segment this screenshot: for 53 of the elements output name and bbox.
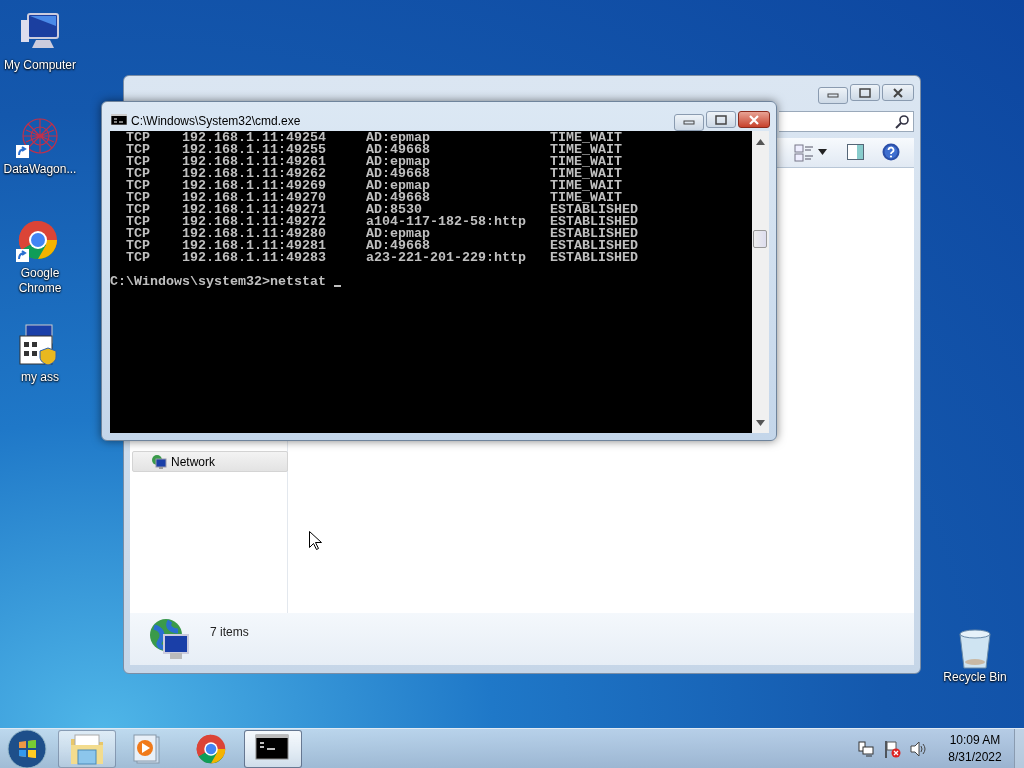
taskbar-button[interactable] — [244, 729, 302, 768]
console-line: TCP 192.168.1.11:49261 AD:epmap TIME_WAIT — [125, 156, 623, 168]
minimize-icon — [827, 92, 839, 98]
command-prompt-icon — [111, 114, 127, 125]
caret-icon[interactable] — [818, 149, 827, 155]
console-line: TCP 192.168.1.11:49269 AD:epmap TIME_WAIT — [125, 180, 623, 192]
scrollbar[interactable] — [752, 131, 769, 433]
network-globe-icon — [148, 617, 192, 661]
text-cursor — [333, 285, 341, 287]
maximize-icon — [715, 114, 727, 125]
console-prompt: C:\Windows\system32>netstat — [110, 276, 326, 288]
nav-pane-item[interactable]: Network — [132, 451, 288, 472]
minimize-button[interactable] — [674, 113, 704, 131]
console-line: TCP 192.168.1.11:49255 AD:49668 TIME_WAIT — [125, 144, 623, 156]
search-icon — [895, 114, 909, 129]
scroll-up-arrow-icon[interactable] — [756, 139, 765, 145]
search-field[interactable] — [779, 111, 914, 132]
console-line: TCP 192.168.1.11:49270 AD:49668 TIME_WAIT — [125, 192, 622, 204]
recycle-bin-icon[interactable] — [957, 628, 993, 670]
console-line: TCP 192.168.1.11:49272 a104-117-182-58:http ESTABLISHED — [125, 216, 639, 228]
start-button[interactable] — [6, 728, 48, 768]
clock[interactable]: 10:09 AM 8/31/2022 — [936, 731, 1014, 766]
network-icon — [151, 453, 167, 470]
item-count: 7 items — [210, 624, 249, 641]
scroll-thumb[interactable] — [753, 230, 767, 248]
console-line: TCP 192.168.1.11:49281 AD:49668 ESTABLISHED — [125, 240, 639, 252]
flag-icon[interactable] — [884, 739, 902, 758]
console-line: TCP 192.168.1.11:49262 AD:49668 TIME_WAIT — [125, 168, 623, 180]
minimize-button[interactable] — [818, 86, 848, 104]
preview-pane-icon[interactable] — [847, 144, 864, 160]
desktop-icon-label[interactable]: My Computer — [1, 58, 79, 73]
console-line: TCP 192.168.1.11:49283 a23-221-201-229:http ESTABLISHED — [125, 252, 639, 264]
minimize-icon — [683, 119, 695, 125]
maximize-button[interactable] — [850, 84, 880, 101]
scroll-down-arrow-icon[interactable] — [756, 420, 765, 426]
desktop-icon-label[interactable]: my ass — [1, 370, 79, 385]
desktop-icon-label[interactable]: DataWagon... — [1, 162, 79, 177]
close-button[interactable] — [738, 111, 770, 128]
console-line: TCP 192.168.1.11:49280 AD:epmap ESTABLISHED — [125, 228, 639, 240]
close-icon — [892, 87, 904, 98]
network-icon[interactable] — [858, 740, 874, 757]
console-line: TCP 192.168.1.11:49271 AD:8530 ESTABLISHED — [125, 204, 639, 216]
maximize-icon — [859, 87, 871, 98]
close-button[interactable] — [882, 84, 914, 101]
speaker-icon[interactable] — [910, 740, 928, 757]
mouse-pointer-icon — [309, 531, 323, 551]
window-title: C:\Windows\System32\cmd.exe — [131, 113, 301, 130]
maximize-button[interactable] — [706, 111, 736, 128]
desktop-icon-label[interactable]: Recycle Bin — [935, 670, 1015, 685]
desktop-icon-label[interactable]: Google Chrome — [15, 266, 65, 296]
close-icon — [748, 114, 760, 125]
console-line: TCP 192.168.1.11:49254 AD:epmap TIME_WAIT — [125, 132, 623, 144]
help-icon[interactable] — [882, 143, 900, 161]
